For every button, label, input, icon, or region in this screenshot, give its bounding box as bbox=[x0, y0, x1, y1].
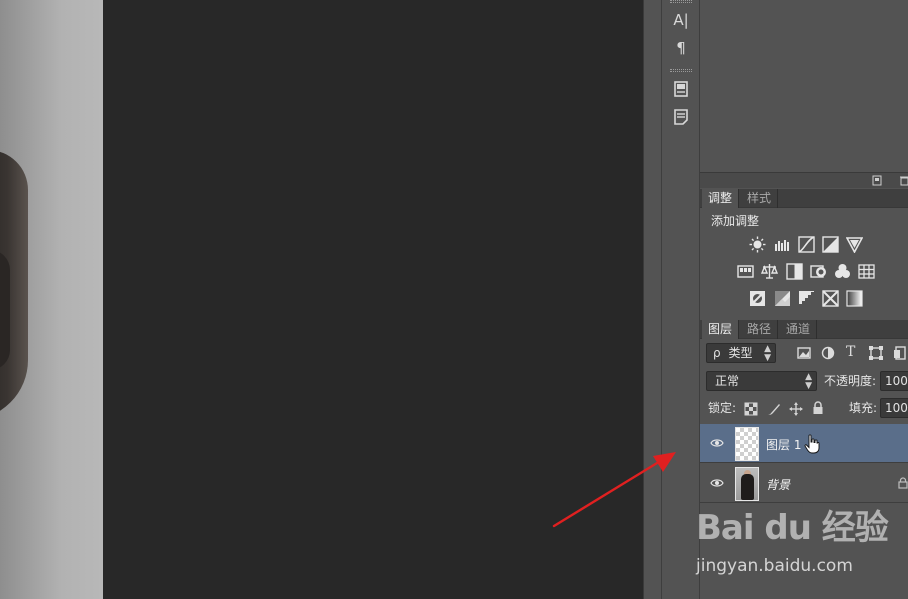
layer-thumbnail-photo bbox=[735, 467, 759, 501]
upper-panel-footer bbox=[700, 172, 908, 188]
filter-kind-label: 类型 bbox=[728, 346, 753, 360]
channel-mixer-icon[interactable] bbox=[834, 263, 851, 280]
lock-all-icon[interactable] bbox=[811, 401, 825, 415]
adjustment-layer-filter-icon[interactable] bbox=[820, 345, 836, 361]
layer-name[interactable]: 图层 1 bbox=[766, 436, 801, 453]
trash-icon[interactable] bbox=[899, 175, 908, 186]
visibility-eye-icon[interactable] bbox=[710, 477, 724, 489]
pixel-layer-filter-icon[interactable] bbox=[796, 345, 812, 361]
lock-label: 锁定: bbox=[708, 401, 737, 415]
red-annotation-arrow bbox=[552, 452, 676, 528]
exposure-icon[interactable] bbox=[822, 236, 839, 253]
lock-image-pixels-icon[interactable] bbox=[767, 402, 781, 416]
layer-row-background[interactable]: 背景 bbox=[700, 464, 908, 503]
search-icon: ρ bbox=[713, 346, 721, 360]
shape-layer-filter-icon[interactable] bbox=[868, 345, 884, 361]
upper-panel-area bbox=[700, 0, 908, 172]
baidu-jingyan-watermark: Bai du 经验 jingyan.baidu.com bbox=[696, 500, 908, 590]
visibility-eye-icon[interactable] bbox=[710, 437, 724, 449]
canvas-photo[interactable] bbox=[0, 0, 103, 599]
layer-row-layer1[interactable]: 图层 1 bbox=[700, 424, 908, 463]
coat-detail bbox=[0, 250, 10, 370]
hand-cursor-icon bbox=[804, 434, 820, 454]
photo-filter-icon[interactable] bbox=[810, 263, 827, 280]
color-lookup-icon[interactable] bbox=[858, 263, 875, 280]
fill-value: 100% bbox=[885, 401, 908, 415]
tab-channels[interactable]: 通道 bbox=[780, 320, 818, 339]
type-layer-filter-icon[interactable]: T bbox=[846, 345, 855, 359]
posterize-icon[interactable] bbox=[774, 290, 791, 307]
opacity-value: 100% bbox=[885, 374, 908, 388]
chevron-updown-icon: ▲ ▼ bbox=[805, 372, 812, 391]
paragraph-styles-icon[interactable] bbox=[669, 106, 693, 128]
paragraph-panel-icon[interactable]: ¶ bbox=[669, 37, 693, 59]
invert-icon[interactable] bbox=[749, 290, 766, 307]
tab-paths[interactable]: 路径 bbox=[741, 320, 779, 339]
tab-layers[interactable]: 图层 bbox=[702, 320, 740, 339]
layer-name[interactable]: 背景 bbox=[766, 476, 790, 493]
curves-icon[interactable] bbox=[798, 236, 815, 253]
hue-saturation-icon[interactable] bbox=[737, 263, 754, 280]
black-white-icon[interactable] bbox=[786, 263, 803, 280]
threshold-icon[interactable] bbox=[798, 290, 815, 307]
color-balance-icon[interactable] bbox=[760, 263, 779, 280]
layers-tabbar: 图层 路径 通道 bbox=[700, 320, 908, 339]
lock-position-icon[interactable] bbox=[789, 402, 803, 416]
layer-lock-icon bbox=[898, 477, 908, 489]
watermark-logo: Bai du 经验 bbox=[696, 508, 889, 548]
fill-label: 填充: bbox=[849, 401, 878, 415]
blend-mode-value: 正常 bbox=[715, 374, 740, 388]
brightness-contrast-icon[interactable] bbox=[749, 236, 766, 253]
adjustments-tabbar: 调整 样式 bbox=[700, 189, 908, 208]
strip-grip[interactable] bbox=[670, 69, 692, 72]
opacity-label: 不透明度: bbox=[824, 374, 877, 388]
smart-object-filter-icon[interactable] bbox=[892, 345, 908, 361]
character-styles-icon[interactable] bbox=[669, 78, 693, 100]
blend-mode-select[interactable]: 正常 ▲ ▼ bbox=[706, 371, 817, 391]
new-item-icon[interactable] bbox=[872, 175, 883, 186]
vibrance-icon[interactable] bbox=[845, 236, 864, 254]
gradient-map-icon[interactable] bbox=[846, 290, 863, 307]
character-panel-icon[interactable]: A| bbox=[669, 9, 693, 31]
strip-grip[interactable] bbox=[670, 0, 692, 3]
selective-color-icon[interactable] bbox=[822, 290, 839, 307]
levels-icon[interactable] bbox=[774, 236, 791, 253]
add-adjustment-title: 添加调整 bbox=[711, 214, 760, 228]
layer-thumbnail-transparent bbox=[735, 427, 759, 461]
watermark-url: jingyan.baidu.com bbox=[696, 556, 853, 576]
lock-transparent-pixels-icon[interactable] bbox=[744, 402, 758, 416]
chevron-updown-icon: ▲ ▼ bbox=[764, 344, 771, 363]
fill-input[interactable]: 100% bbox=[880, 398, 908, 418]
opacity-input[interactable]: 100% bbox=[880, 371, 908, 391]
tab-styles[interactable]: 样式 bbox=[741, 189, 779, 208]
tab-adjustments[interactable]: 调整 bbox=[702, 189, 740, 208]
layer-filter-kind-select[interactable]: ρ 类型 ▲ ▼ bbox=[706, 343, 776, 363]
